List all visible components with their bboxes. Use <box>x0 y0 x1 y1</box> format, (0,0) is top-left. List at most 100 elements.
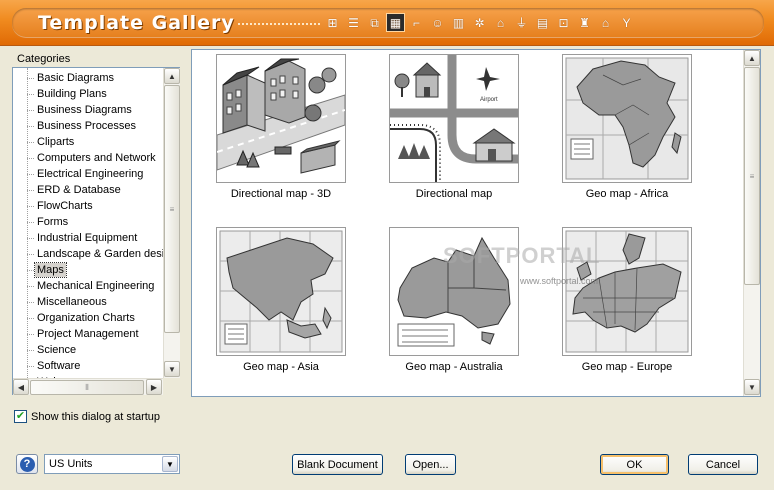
categories-label: Categories <box>17 53 71 65</box>
startup-checkbox[interactable]: ✔ <box>14 410 27 423</box>
units-select[interactable]: US Units ▼ <box>44 454 180 474</box>
person-icon[interactable]: ☺ <box>428 13 447 32</box>
gallery-scroll-down-button[interactable]: ▼ <box>744 379 760 395</box>
blank-document-button[interactable]: Blank Document <box>292 454 383 475</box>
category-item[interactable]: ERD & Database <box>35 183 123 197</box>
tree-connector <box>27 302 34 303</box>
template-label: Geo map - Africa <box>585 188 669 200</box>
tree-connector <box>27 68 28 378</box>
airport-label: Airport <box>480 97 498 103</box>
tree-connector <box>27 270 34 271</box>
template-tile-directional-3d[interactable]: Directional map - 3D <box>216 54 346 200</box>
category-item[interactable]: Electrical Engineering <box>35 167 145 181</box>
tree-icon[interactable]: ☰ <box>344 13 363 32</box>
ok-button[interactable]: OK <box>600 454 669 475</box>
tree-connector <box>27 110 34 111</box>
connector-icon[interactable]: ⌐ <box>407 13 426 32</box>
category-item[interactable]: Basic Diagrams <box>35 71 116 85</box>
scrollbar-corner <box>163 378 180 395</box>
gallery-scroll-thumb[interactable]: ≡ <box>744 67 760 285</box>
template-tile-directional[interactable]: Airport Directional map <box>389 54 519 200</box>
tree-connector <box>27 206 34 207</box>
tree-connector <box>27 286 34 287</box>
table-icon[interactable]: ▤ <box>533 13 552 32</box>
category-item[interactable]: Science <box>35 343 78 357</box>
template-tile-asia[interactable]: Geo map - Asia <box>216 227 346 373</box>
scroll-thumb[interactable]: ≡ <box>164 85 180 333</box>
tree-connector <box>27 222 34 223</box>
diagram-icon[interactable]: ⊞ <box>323 13 342 32</box>
category-item[interactable]: Business Diagrams <box>35 103 134 117</box>
europe-thumbnail <box>562 227 692 356</box>
network-icon[interactable]: ✲ <box>470 13 489 32</box>
help-button[interactable]: ? <box>16 454 38 474</box>
category-toolbar: ⊞ ☰ ⧉ ▦ ⌐ ☺ ▥ ✲ ⌂ ⏚ ▤ ⊡ ♜ ⌂ Y <box>323 13 636 32</box>
scroll-up-button[interactable]: ▲ <box>164 68 180 84</box>
building-icon[interactable]: ⌂ <box>491 13 510 32</box>
scroll-right-button[interactable]: ▶ <box>146 379 162 395</box>
tree-connector <box>27 238 34 239</box>
tree-connector <box>27 174 34 175</box>
tree-connector <box>27 158 34 159</box>
category-item[interactable]: Building Plans <box>35 87 109 101</box>
template-tile-australia[interactable]: Geo map - Australia <box>389 227 519 373</box>
tree-connector <box>27 318 34 319</box>
asia-thumbnail <box>216 227 346 356</box>
categories-horizontal-scrollbar[interactable]: ◀ ⦀ ▶ <box>13 378 163 395</box>
tree-connector <box>27 126 34 127</box>
australia-thumbnail <box>389 227 519 356</box>
category-item[interactable]: Computers and Network <box>35 151 158 165</box>
category-item[interactable]: Landscape & Garden desig <box>35 247 163 261</box>
window-title: Template Gallery <box>38 12 235 34</box>
category-item[interactable]: Forms <box>35 215 70 229</box>
tree-connector <box>27 254 34 255</box>
chevron-down-icon[interactable]: ▼ <box>162 456 178 472</box>
template-gallery: Directional map - 3D Airport Directional… <box>191 49 761 397</box>
category-item[interactable]: Mechanical Engineering <box>35 279 156 293</box>
category-item[interactable]: Project Management <box>35 327 141 341</box>
flow-icon[interactable]: ⧉ <box>365 13 384 32</box>
org-icon[interactable]: ♜ <box>575 13 594 32</box>
template-tile-africa[interactable]: Geo map - Africa <box>562 54 692 200</box>
tree-connector <box>27 350 34 351</box>
scroll-down-button[interactable]: ▼ <box>164 361 180 377</box>
category-item[interactable]: FlowCharts <box>35 199 95 213</box>
cancel-button[interactable]: Cancel <box>688 454 758 475</box>
scroll-left-button[interactable]: ◀ <box>13 379 29 395</box>
tree-connector <box>27 142 34 143</box>
help-icon: ? <box>19 456 35 472</box>
category-item[interactable]: Industrial Equipment <box>35 231 139 245</box>
open-button[interactable]: Open... <box>405 454 456 475</box>
watermark-url: www.softportal.com <box>520 276 599 286</box>
map-icon[interactable]: Y <box>617 13 636 32</box>
category-item[interactable]: Maps <box>34 262 67 278</box>
category-item[interactable]: Software <box>35 359 82 373</box>
tree-connector <box>27 190 34 191</box>
categories-tree[interactable]: Basic Diagrams Building Plans Business Dia… <box>12 67 180 395</box>
tree-connector <box>27 334 34 335</box>
gallery-vertical-scrollbar[interactable]: ▲ ≡ ▼ <box>743 50 760 396</box>
template-label: Directional map - 3D <box>230 188 332 200</box>
categories-list: Basic Diagrams Building Plans Business Dia… <box>13 68 163 378</box>
template-label: Geo map - Asia <box>243 361 319 373</box>
category-item[interactable]: Organization Charts <box>35 311 137 325</box>
directional-3d-thumbnail <box>216 54 346 183</box>
template-tile-europe[interactable]: Geo map - Europe <box>562 227 692 373</box>
units-value: US Units <box>49 458 93 470</box>
startup-option[interactable]: ✔ Show this dialog at startup <box>14 410 160 423</box>
gift-icon[interactable]: ⊡ <box>554 13 573 32</box>
category-item[interactable]: Business Processes <box>35 119 138 133</box>
house-icon[interactable]: ⌂ <box>596 13 615 32</box>
category-item[interactable]: Miscellaneous <box>35 295 109 309</box>
electrical-icon[interactable]: ⏚ <box>512 13 531 32</box>
chart-icon[interactable]: ▥ <box>449 13 468 32</box>
gallery-scroll-up-button[interactable]: ▲ <box>744 50 760 66</box>
tree-connector <box>27 78 34 79</box>
categories-vertical-scrollbar[interactable]: ▲ ≡ ▼ <box>163 68 180 378</box>
horizontal-scroll-thumb[interactable]: ⦀ <box>30 380 144 395</box>
template-label: Geo map - Australia <box>405 361 503 373</box>
category-item[interactable]: Cliparts <box>35 135 76 149</box>
directional-thumbnail: Airport <box>389 54 519 183</box>
grid-icon[interactable]: ▦ <box>386 13 405 32</box>
startup-label: Show this dialog at startup <box>31 410 161 423</box>
